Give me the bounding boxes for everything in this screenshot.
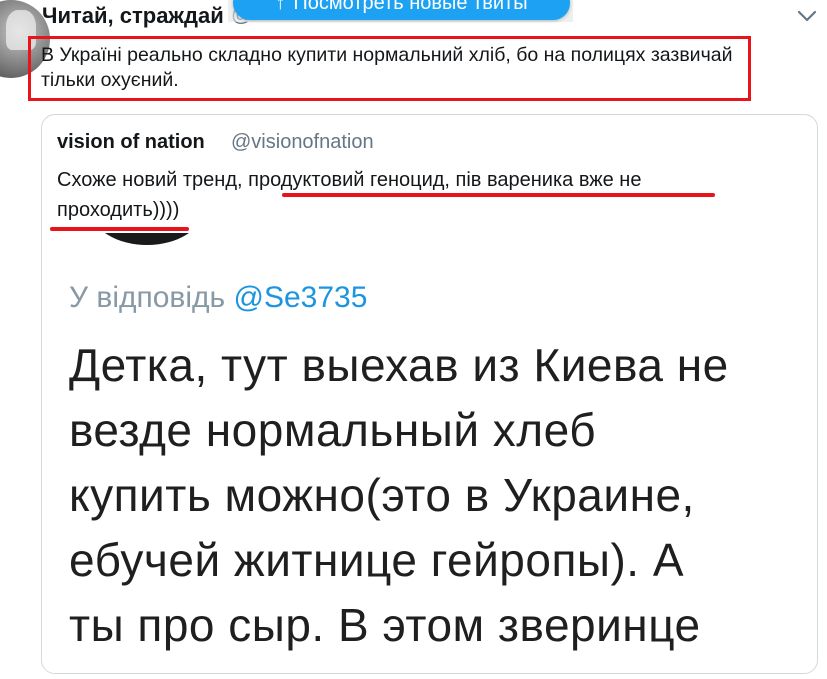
media-reply-to-line: У відповідь @Se3735 xyxy=(69,281,367,315)
media-body-line: ты про сыр. В этом зверинце xyxy=(69,599,701,651)
show-new-tweets-button[interactable]: ↑ Посмотреть новые твиты xyxy=(233,0,570,20)
quoted-tweet-author-name[interactable]: vision of nation xyxy=(57,131,205,154)
tweet-text: В Україні реально складно купити нормаль… xyxy=(41,44,733,91)
media-body-text: Детка, тут выехав из Киева не везде норм… xyxy=(69,333,809,658)
quoted-tweet-author-handle[interactable]: @visionofnation xyxy=(231,131,374,154)
red-underline-2 xyxy=(50,227,189,231)
tweet-author-name[interactable]: Читай, страждай xyxy=(42,3,224,29)
arrow-up-icon: ↑ xyxy=(275,0,286,14)
media-reply-mention: @Se3735 xyxy=(233,281,368,314)
tweet-text-highlight-box: В Україні реально складно купити нормаль… xyxy=(28,36,751,101)
media-body-line: Детка, тут выехав из Киева не xyxy=(69,339,729,391)
show-new-tweets-label: Посмотреть новые твиты xyxy=(293,0,528,14)
media-body-line: везде нормальный хлеб xyxy=(69,404,597,456)
media-body-line: купить можно(это в Украине, xyxy=(69,469,695,521)
media-crop-artifact xyxy=(92,233,202,245)
media-body-line: ебучей житнице гейропы). А xyxy=(69,534,684,586)
quoted-tweet-text-plain: Схоже новий тренд, xyxy=(57,169,249,191)
red-underline-1 xyxy=(282,193,715,197)
quoted-tweet-media-screenshot[interactable]: У відповідь @Se3735 Детка, тут выехав из… xyxy=(42,233,817,673)
quoted-tweet-text-highlight-1: продуктовий геноцид, пів вареника вже не xyxy=(248,169,642,191)
media-reply-prefix: У відповідь xyxy=(69,281,234,314)
quoted-tweet-card[interactable]: vision of nation @visionofnation Схоже н… xyxy=(41,114,818,674)
chevron-down-icon[interactable] xyxy=(796,6,818,26)
quoted-tweet-text-highlight-2: проходить)))) xyxy=(57,199,180,221)
